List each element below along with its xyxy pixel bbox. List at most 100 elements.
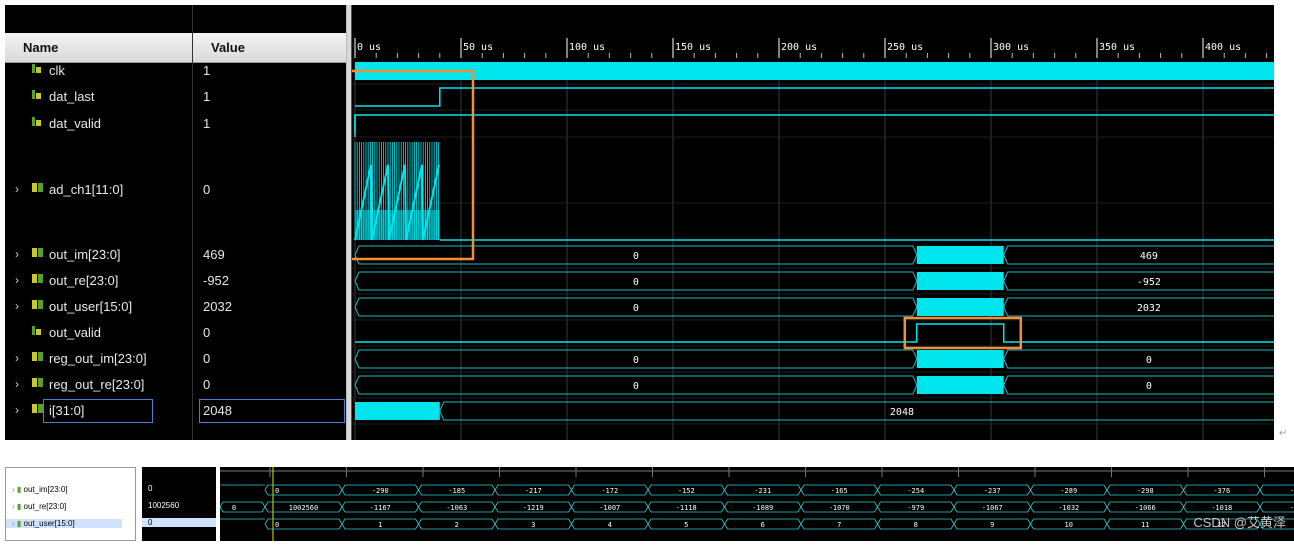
- bus-value-label: 0: [633, 277, 639, 288]
- bottom-waveform-canvas[interactable]: 0 -290 -185 -217 -172 -152 -231 -165 -254 -237 -28…: [219, 467, 1294, 541]
- bus-icon: ▮: [16, 519, 22, 528]
- bus-value-label: -231: [754, 487, 771, 495]
- bus-value-label: -185: [448, 487, 465, 495]
- bus-segment: [439, 401, 1283, 421]
- value-column-header[interactable]: Value: [193, 33, 347, 63]
- signal-value: 469: [203, 247, 225, 262]
- bit-icon: [31, 88, 43, 103]
- waveform-pane[interactable]: 0 us 50 us 100 us 150 us 200 us 250 us 300 us 3…: [333, 5, 1283, 440]
- ruler-tick-label: 0 us: [357, 42, 381, 53]
- bus-icon: [31, 298, 45, 313]
- signal-value: 1: [203, 116, 211, 131]
- bus-value-label: 12: [1218, 521, 1226, 529]
- chevron-right-icon[interactable]: ›: [15, 182, 19, 196]
- signal-name-label: reg_out_re[23:0]: [49, 377, 145, 392]
- bus-icon: [31, 181, 45, 196]
- bus-segment: [1259, 518, 1294, 530]
- ruler-tick-label: 250 us: [887, 42, 923, 53]
- ruler-tick-label: 300 us: [993, 42, 1029, 53]
- return-mark-icon: ↵: [1279, 428, 1288, 439]
- signal-name-label: dat_valid: [49, 116, 102, 131]
- signal-name-label: out_im[23:0]: [49, 247, 121, 262]
- bus-value-label: 2032: [1137, 303, 1161, 314]
- bus-icon: [31, 272, 45, 287]
- bus-value-label: 1002560: [289, 504, 319, 512]
- signal-name-label: out_user[15:0]: [49, 299, 133, 314]
- bus-burst: [916, 376, 1004, 394]
- bus-segment: [264, 501, 343, 513]
- bus-value-label: -1018: [1211, 504, 1232, 512]
- clk-wave: [355, 62, 1274, 80]
- bus-value-label: 0: [633, 381, 639, 392]
- bottom-out-im-wave: 0 -290 -185 -217 -172 -152 -231 -165 -254 -237 -28…: [264, 484, 1294, 496]
- bus-value-label: 2048: [890, 407, 914, 418]
- signal-value: 1: [203, 89, 211, 104]
- chevron-right-icon[interactable]: ›: [12, 502, 15, 511]
- bus-value-label: 9: [990, 521, 994, 529]
- bus-segment: [1106, 501, 1184, 513]
- bottom-waveform-pane[interactable]: 0 -290 -185 -217 -172 -152 -231 -165 -254 -237 -28…: [219, 467, 1294, 541]
- bottom-signal-name[interactable]: › ▮ out_re[23:0]: [12, 502, 66, 511]
- bus-segment: [571, 501, 649, 513]
- dat-valid-wave: [354, 114, 1274, 133]
- watermark-text: CSDN @艾黄泽: [1193, 515, 1286, 530]
- chevron-right-icon[interactable]: ›: [15, 403, 19, 417]
- chevron-right-icon[interactable]: ›: [15, 247, 19, 261]
- bus-segment: [341, 484, 419, 496]
- bus-value-label: -217: [525, 487, 542, 495]
- bus-segment: [800, 501, 878, 513]
- chevron-right-icon[interactable]: ›: [15, 273, 19, 287]
- bus-segment: [1183, 484, 1261, 496]
- bus-value-label: -1067: [982, 504, 1003, 512]
- bus-value-label: -1066: [1135, 504, 1156, 512]
- bus-value-label: 4: [608, 521, 612, 529]
- bus-value-label: -1063: [446, 504, 467, 512]
- ad-ch1-wave: [354, 142, 1274, 241]
- bottom-signal-name[interactable]: › ▮ out_user[15:0]: [6, 519, 122, 528]
- bus-value-label: 0: [1146, 355, 1152, 366]
- chevron-right-icon[interactable]: ›: [12, 519, 15, 528]
- bus-value-label: -172: [601, 487, 618, 495]
- bus-value-label: -254: [907, 487, 924, 495]
- ruler-tick-label: 50 us: [463, 42, 493, 53]
- bus-segment: [953, 501, 1031, 513]
- bit-icon: [31, 115, 43, 130]
- bus-segment: [647, 484, 725, 496]
- bus-segment: [724, 484, 802, 496]
- reg-out-im-wave: 00: [354, 349, 1283, 369]
- bus-segment: [647, 518, 725, 530]
- bus-value-label: -289: [1060, 487, 1077, 495]
- bus-segment: [724, 501, 802, 513]
- bus-segment: [264, 518, 343, 530]
- selected-signal-name-box[interactable]: [43, 399, 153, 423]
- i-wave: 2048: [355, 401, 1283, 421]
- bottom-name-pane: › ▮ out_im[23:0] › ▮ out_re[23:0] › ▮ out_…: [5, 467, 136, 541]
- name-column-header[interactable]: Name: [5, 33, 192, 63]
- bus-segment: [418, 518, 496, 530]
- bus-value-label: 0: [275, 487, 279, 495]
- waveform-viewer: Name clk dat_last dat_valid › ad_ch1[11:0] › o…: [0, 0, 1294, 440]
- chevron-right-icon[interactable]: ›: [12, 485, 15, 494]
- selected-signal-value-box[interactable]: [199, 399, 345, 423]
- bus-segment: [800, 518, 878, 530]
- bus-value-label: -152: [678, 487, 695, 495]
- ruler-tick-label: 150 us: [675, 42, 711, 53]
- bus-value-label: 6: [761, 521, 765, 529]
- bus-value-label: 0: [232, 504, 236, 512]
- waveform-canvas[interactable]: 0 us 50 us 100 us 150 us 200 us 250 us 300 us 3…: [333, 5, 1283, 440]
- bus-segment: [647, 501, 725, 513]
- bus-value-label: -1007: [599, 504, 620, 512]
- bus-burst: [916, 246, 1004, 264]
- bus-segment: [1259, 501, 1294, 513]
- bus-segment: [494, 484, 572, 496]
- chevron-right-icon[interactable]: ›: [15, 377, 19, 391]
- bus-value-label: 0: [633, 303, 639, 314]
- bus-value-label: 469: [1140, 251, 1158, 262]
- bus-segment: [1030, 501, 1108, 513]
- chevron-right-icon[interactable]: ›: [15, 351, 19, 365]
- chevron-right-icon[interactable]: ›: [15, 299, 19, 313]
- bus-segment: [571, 484, 649, 496]
- bottom-signal-name[interactable]: › ▮ out_im[23:0]: [12, 485, 68, 494]
- bus-segment: [494, 518, 572, 530]
- signal-name-pane: Name clk dat_last dat_valid › ad_ch1[11:0] › o…: [5, 5, 192, 440]
